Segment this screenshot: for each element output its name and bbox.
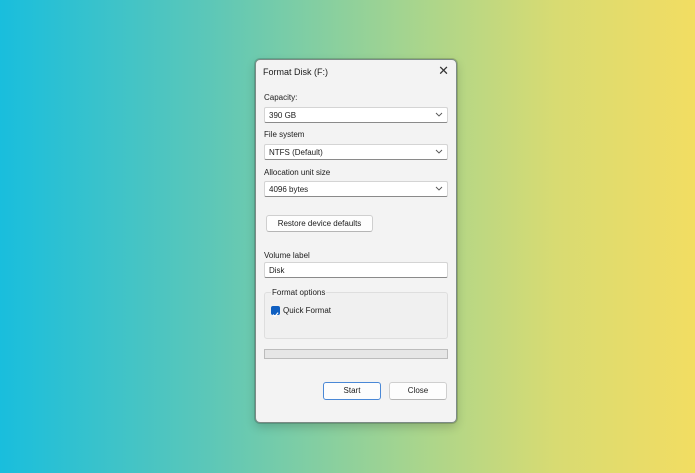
- file-system-select[interactable]: NTFS (Default): [264, 144, 448, 160]
- volume-label-value: Disk: [269, 266, 285, 275]
- start-button[interactable]: Start: [323, 382, 381, 400]
- chevron-down-icon: [435, 186, 443, 191]
- volume-label-input[interactable]: Disk: [264, 262, 448, 278]
- close-icon[interactable]: ✕: [438, 63, 449, 79]
- format-disk-dialog: Format Disk (F:) ✕ Capacity: 390 GB File…: [255, 59, 457, 423]
- quick-format-label: Quick Format: [283, 306, 332, 315]
- quick-format-checkbox[interactable]: [271, 306, 280, 318]
- chevron-down-icon: [435, 112, 443, 117]
- chevron-down-icon: [435, 149, 443, 154]
- allocation-value: 4096 bytes: [269, 185, 309, 194]
- close-button[interactable]: Close: [389, 382, 447, 400]
- file-system-label: File system: [264, 130, 305, 139]
- allocation-select[interactable]: 4096 bytes: [264, 181, 448, 197]
- title-bar: Format Disk (F:) ✕: [256, 60, 456, 84]
- allocation-label: Allocation unit size: [264, 168, 331, 177]
- window-title: Format Disk (F:): [263, 67, 328, 77]
- capacity-label: Capacity:: [264, 93, 298, 102]
- file-system-value: NTFS (Default): [269, 148, 323, 157]
- format-options-title: Format options: [271, 288, 327, 297]
- capacity-value: 390 GB: [269, 111, 297, 120]
- checkmark-icon: [272, 312, 279, 318]
- restore-defaults-button[interactable]: Restore device defaults: [266, 215, 373, 232]
- format-options-group: [264, 292, 448, 339]
- volume-label-label: Volume label: [264, 251, 310, 260]
- capacity-select[interactable]: 390 GB: [264, 107, 448, 123]
- format-progress-bar: [264, 349, 448, 359]
